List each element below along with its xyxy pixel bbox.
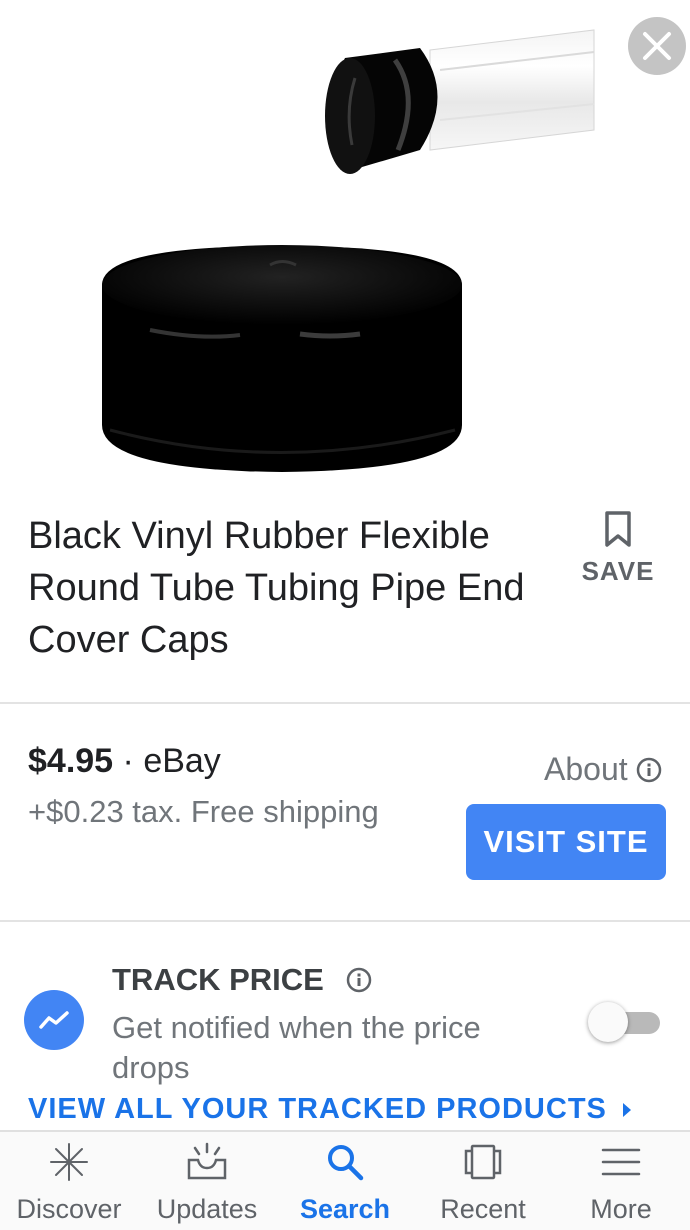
view-all-label: VIEW ALL YOUR TRACKED PRODUCTS <box>28 1093 607 1125</box>
divider <box>0 702 690 704</box>
nav-label: Updates <box>156 1194 258 1224</box>
tax-shipping: +$0.23 tax. Free shipping <box>28 794 379 829</box>
nav-item-discover[interactable]: Discover <box>0 1132 138 1230</box>
price-tracking-icon <box>24 990 84 1050</box>
nav-label: Recent <box>440 1194 526 1224</box>
track-price-description: Get notified when the price drops <box>112 1010 481 1085</box>
recent-icon <box>464 1144 502 1180</box>
nav-item-updates[interactable]: Updates <box>138 1132 276 1230</box>
track-price-heading: TRACK PRICE <box>112 962 372 998</box>
updates-icon <box>187 1142 227 1180</box>
info-icon <box>636 757 661 782</box>
track-price-title: TRACK PRICE <box>112 962 324 997</box>
divider <box>0 920 690 922</box>
nav-label: Search <box>299 1194 391 1224</box>
nav-label: More <box>590 1194 652 1224</box>
chevron-right-icon <box>622 1102 631 1117</box>
nav-label: Discover <box>16 1194 122 1224</box>
bookmark-icon <box>605 511 631 547</box>
price: $4.95 <box>28 742 114 780</box>
view-all-tracked-link[interactable]: VIEW ALL YOUR TRACKED PRODUCTS <box>28 1093 633 1126</box>
product-image[interactable] <box>0 0 690 500</box>
seller-name: eBay <box>143 742 221 780</box>
nav-item-recent[interactable]: Recent <box>414 1132 552 1230</box>
product-title: Black Vinyl Rubber Flexible Round Tube T… <box>28 515 525 661</box>
save-button[interactable]: SAVE <box>578 510 658 587</box>
track-price-toggle[interactable] <box>588 1002 662 1042</box>
nav-item-more[interactable]: More <box>552 1132 690 1230</box>
about-label: About <box>544 751 628 787</box>
nav-item-search[interactable]: Search <box>276 1132 414 1230</box>
product-photo <box>102 29 595 472</box>
about-button[interactable]: About <box>544 751 662 788</box>
search-icon <box>328 1145 364 1181</box>
price-separator: · <box>113 742 144 780</box>
toggle-knob <box>588 1002 628 1042</box>
track-info-icon[interactable] <box>346 967 372 993</box>
trend-line-icon <box>39 1011 69 1029</box>
close-button[interactable] <box>628 17 686 75</box>
menu-icon <box>601 1148 641 1176</box>
save-label: SAVE <box>581 556 655 586</box>
close-icon <box>643 32 671 60</box>
bottom-navigation: Discover Updates Search Recent More <box>0 1130 690 1230</box>
discover-icon <box>50 1143 88 1181</box>
price-line: $4.95 · eBay <box>28 742 221 781</box>
visit-site-button[interactable]: VISIT SITE <box>466 804 666 880</box>
